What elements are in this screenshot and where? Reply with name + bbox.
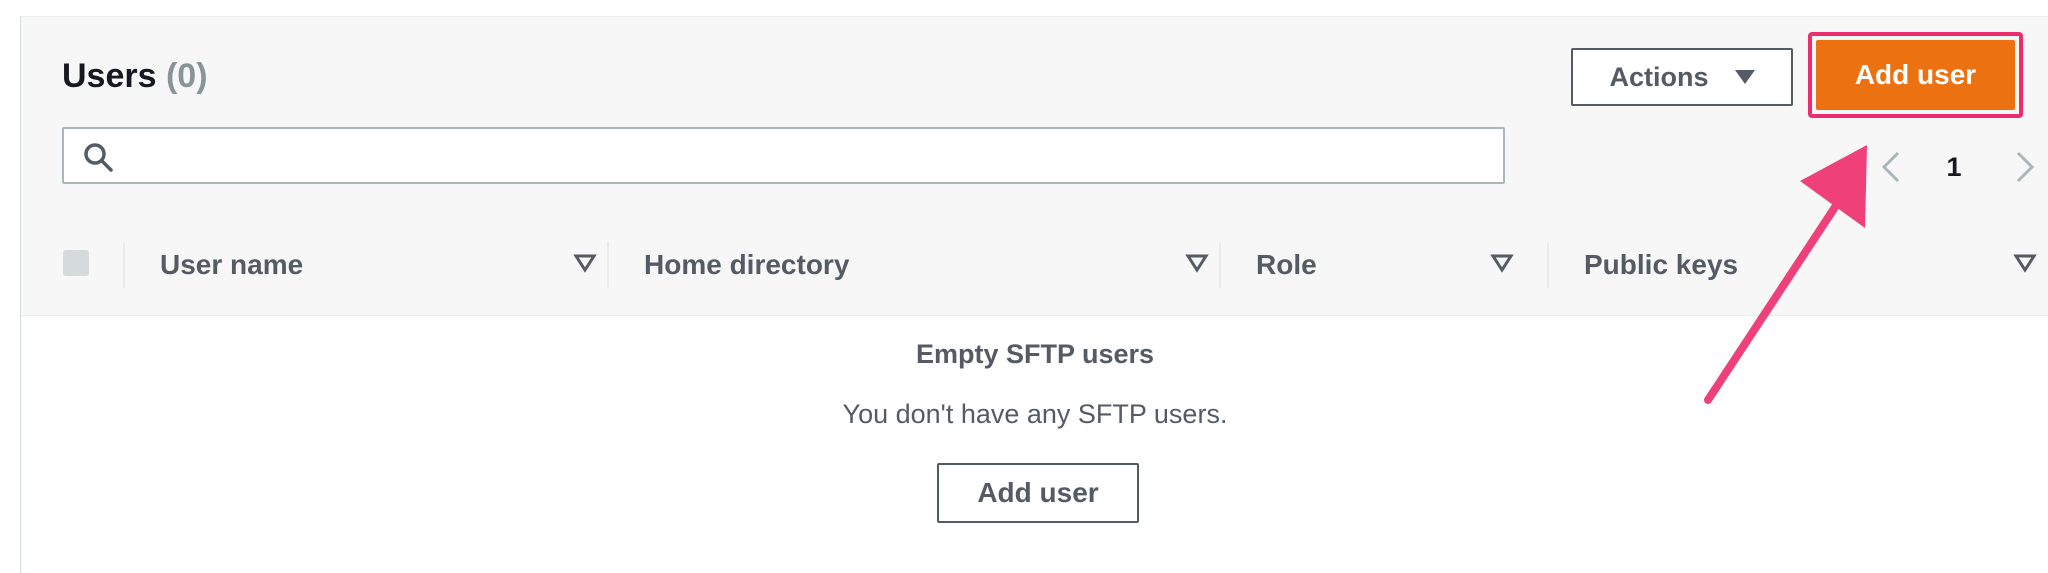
caret-down-icon [1734, 70, 1755, 84]
chevron-right-icon[interactable] [2006, 147, 2042, 187]
column-label: Role [1256, 249, 1317, 280]
sort-icon[interactable] [1490, 251, 1514, 275]
empty-add-user-button[interactable]: Add user [937, 463, 1139, 523]
search-input[interactable] [62, 127, 1505, 184]
sort-icon[interactable] [1185, 251, 1209, 275]
add-user-label: Add user [1854, 59, 1977, 90]
empty-state-description: You don't have any SFTP users. [842, 399, 1228, 429]
column-role[interactable]: Role [1219, 217, 1539, 315]
column-home-directory[interactable]: Home directory [607, 217, 1209, 315]
column-user-name[interactable]: User name [123, 217, 597, 315]
column-divider [1219, 242, 1221, 288]
page-title: Users (0) [62, 57, 208, 96]
sort-icon[interactable] [573, 251, 597, 275]
sort-icon[interactable] [2013, 251, 2037, 275]
search-icon [84, 143, 113, 172]
empty-add-user-label: Add user [977, 477, 1099, 508]
column-divider [607, 242, 609, 288]
users-panel: Users (0) Actions Add user 1 User name H… [20, 16, 2048, 573]
title-text: Users [62, 57, 157, 95]
add-user-button[interactable]: Add user [1816, 40, 2015, 110]
select-all-checkbox[interactable] [63, 250, 89, 276]
actions-label: Actions [1609, 61, 1709, 92]
table-header: User name Home directory Role Public key… [21, 217, 2048, 316]
page-number[interactable]: 1 [1939, 147, 1969, 187]
column-label: User name [160, 249, 304, 280]
column-public-keys[interactable]: Public keys [1547, 217, 2047, 315]
column-label: Home directory [644, 249, 850, 280]
chevron-left-icon[interactable] [1874, 147, 1910, 187]
user-count: (0) [165, 57, 208, 95]
column-divider [1547, 242, 1549, 288]
panel-header: Users (0) Actions Add user 1 [21, 17, 2048, 218]
empty-state-title: Empty SFTP users [915, 339, 1155, 369]
actions-button[interactable]: Actions [1571, 48, 1793, 106]
column-divider [123, 242, 125, 288]
column-label: Public keys [1584, 249, 1739, 280]
